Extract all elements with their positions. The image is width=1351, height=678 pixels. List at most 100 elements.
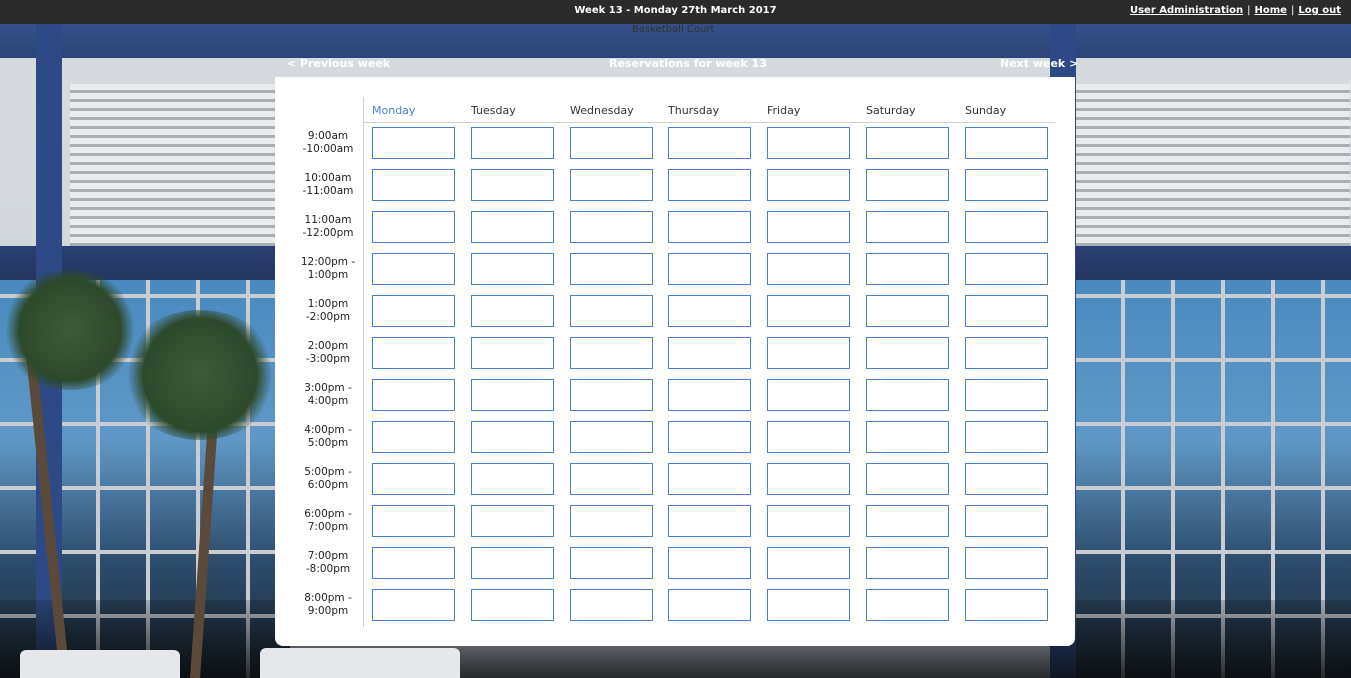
slot-saturday-7[interactable] [866, 421, 949, 453]
slot-sunday-7[interactable] [965, 421, 1048, 453]
slot-saturday-11[interactable] [866, 589, 949, 621]
slot-tuesday-1[interactable] [471, 169, 554, 201]
slot-friday-7[interactable] [767, 421, 850, 453]
slot-thursday-10[interactable] [668, 547, 751, 579]
slot-monday-8[interactable] [372, 463, 455, 495]
user-administration-link[interactable]: User Administration [1130, 5, 1243, 16]
slot-tuesday-5[interactable] [471, 337, 554, 369]
time-slot-label-line: -2:00pm [305, 311, 351, 323]
time-slot-label-line: -12:00pm [302, 227, 354, 239]
previous-week-link[interactable]: < Previous week [287, 57, 390, 70]
slot-monday-10[interactable] [372, 547, 455, 579]
time-slot-label-line: -11:00am [302, 185, 354, 197]
slot-monday-3[interactable] [372, 253, 455, 285]
calendar-corner [295, 97, 364, 122]
slot-sunday-6[interactable] [965, 379, 1048, 411]
nav-separator: | [1247, 5, 1251, 16]
slot-tuesday-7[interactable] [471, 421, 554, 453]
time-slot-label-line: -10:00am [302, 143, 354, 155]
slot-monday-5[interactable] [372, 337, 455, 369]
slot-sunday-8[interactable] [965, 463, 1048, 495]
slot-sunday-3[interactable] [965, 253, 1048, 285]
time-slot-label-line: -3:00pm [305, 353, 351, 365]
slot-wednesday-2[interactable] [570, 211, 653, 243]
slot-sunday-9[interactable] [965, 505, 1048, 537]
slot-tuesday-6[interactable] [471, 379, 554, 411]
slot-saturday-6[interactable] [866, 379, 949, 411]
slot-tuesday-11[interactable] [471, 589, 554, 621]
slot-friday-3[interactable] [767, 253, 850, 285]
slot-saturday-5[interactable] [866, 337, 949, 369]
next-week-link[interactable]: Next week > [1000, 57, 1078, 70]
slot-monday-7[interactable] [372, 421, 455, 453]
slot-friday-10[interactable] [767, 547, 850, 579]
logout-link[interactable]: Log out [1298, 5, 1341, 16]
time-slot-label: 6:00pm -7:00pm [295, 508, 361, 534]
slot-thursday-7[interactable] [668, 421, 751, 453]
home-link[interactable]: Home [1255, 5, 1287, 16]
slot-friday-11[interactable] [767, 589, 850, 621]
slot-tuesday-8[interactable] [471, 463, 554, 495]
slot-monday-0[interactable] [372, 127, 455, 159]
slot-saturday-1[interactable] [866, 169, 949, 201]
slot-saturday-8[interactable] [866, 463, 949, 495]
slot-sunday-1[interactable] [965, 169, 1048, 201]
slot-thursday-3[interactable] [668, 253, 751, 285]
slot-sunday-4[interactable] [965, 295, 1048, 327]
slot-monday-2[interactable] [372, 211, 455, 243]
slot-thursday-5[interactable] [668, 337, 751, 369]
slot-monday-11[interactable] [372, 589, 455, 621]
slot-saturday-2[interactable] [866, 211, 949, 243]
slot-friday-5[interactable] [767, 337, 850, 369]
slot-friday-2[interactable] [767, 211, 850, 243]
time-slot-label-line: 7:00pm [307, 550, 349, 562]
slot-saturday-10[interactable] [866, 547, 949, 579]
slot-friday-8[interactable] [767, 463, 850, 495]
slot-thursday-4[interactable] [668, 295, 751, 327]
slot-saturday-4[interactable] [866, 295, 949, 327]
slot-thursday-11[interactable] [668, 589, 751, 621]
slot-thursday-1[interactable] [668, 169, 751, 201]
slot-wednesday-1[interactable] [570, 169, 653, 201]
slot-monday-9[interactable] [372, 505, 455, 537]
slot-tuesday-4[interactable] [471, 295, 554, 327]
slot-wednesday-8[interactable] [570, 463, 653, 495]
slot-tuesday-2[interactable] [471, 211, 554, 243]
slot-thursday-8[interactable] [668, 463, 751, 495]
slot-wednesday-6[interactable] [570, 379, 653, 411]
slot-wednesday-7[interactable] [570, 421, 653, 453]
slot-wednesday-0[interactable] [570, 127, 653, 159]
slot-saturday-9[interactable] [866, 505, 949, 537]
slot-sunday-0[interactable] [965, 127, 1048, 159]
slot-sunday-2[interactable] [965, 211, 1048, 243]
slot-sunday-11[interactable] [965, 589, 1048, 621]
slot-wednesday-3[interactable] [570, 253, 653, 285]
slot-wednesday-4[interactable] [570, 295, 653, 327]
slot-thursday-6[interactable] [668, 379, 751, 411]
top-bar: Week 13 - Monday 27th March 2017 User Ad… [0, 0, 1351, 24]
slot-saturday-0[interactable] [866, 127, 949, 159]
slot-friday-4[interactable] [767, 295, 850, 327]
slot-sunday-5[interactable] [965, 337, 1048, 369]
slot-wednesday-5[interactable] [570, 337, 653, 369]
time-slot-label-line: -8:00pm [305, 563, 351, 575]
slot-tuesday-10[interactable] [471, 547, 554, 579]
slot-saturday-3[interactable] [866, 253, 949, 285]
slot-friday-9[interactable] [767, 505, 850, 537]
slot-tuesday-3[interactable] [471, 253, 554, 285]
slot-thursday-9[interactable] [668, 505, 751, 537]
slot-friday-6[interactable] [767, 379, 850, 411]
slot-sunday-10[interactable] [965, 547, 1048, 579]
slot-friday-0[interactable] [767, 127, 850, 159]
slot-monday-1[interactable] [372, 169, 455, 201]
slot-monday-4[interactable] [372, 295, 455, 327]
slot-thursday-2[interactable] [668, 211, 751, 243]
slot-friday-1[interactable] [767, 169, 850, 201]
slot-wednesday-9[interactable] [570, 505, 653, 537]
slot-tuesday-0[interactable] [471, 127, 554, 159]
slot-thursday-0[interactable] [668, 127, 751, 159]
slot-tuesday-9[interactable] [471, 505, 554, 537]
slot-wednesday-11[interactable] [570, 589, 653, 621]
slot-monday-6[interactable] [372, 379, 455, 411]
slot-wednesday-10[interactable] [570, 547, 653, 579]
